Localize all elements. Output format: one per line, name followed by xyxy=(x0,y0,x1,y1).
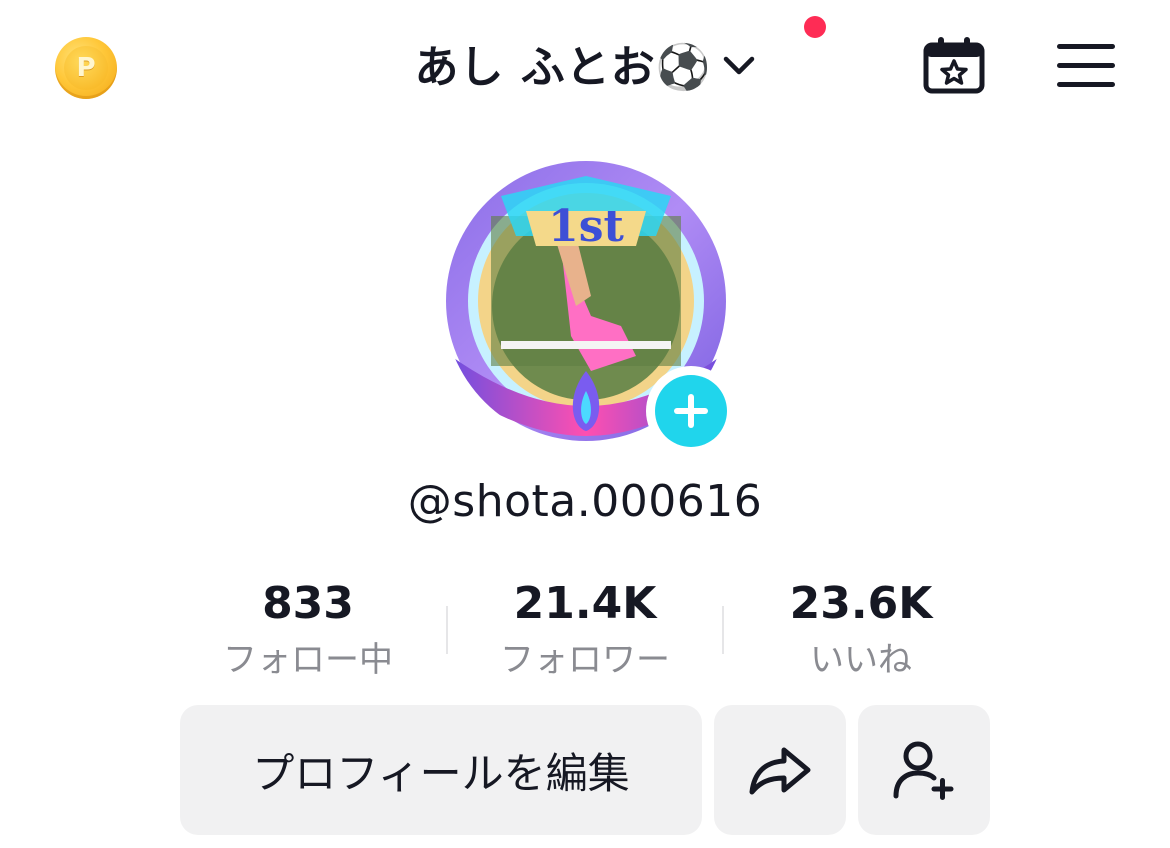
stat-label: フォロワー xyxy=(500,640,670,680)
edit-profile-label: プロフィールを編集 xyxy=(252,748,630,798)
stat-following[interactable]: 833 フォロー中 xyxy=(188,578,428,688)
add-avatar-button[interactable] xyxy=(646,366,736,456)
stat-label: フォロー中 xyxy=(223,640,393,680)
plus-icon xyxy=(674,394,708,428)
share-profile-button[interactable] xyxy=(714,705,846,835)
add-friend-icon xyxy=(893,741,954,800)
calendar-star-icon[interactable] xyxy=(922,37,986,95)
edit-profile-button[interactable]: プロフィールを編集 xyxy=(180,705,702,835)
add-friend-button[interactable] xyxy=(858,705,990,835)
stat-value: 21.4K xyxy=(513,578,657,629)
stat-value: 23.6K xyxy=(789,578,933,629)
stat-followers[interactable]: 21.4K フォロワー xyxy=(465,578,705,688)
stat-likes[interactable]: 23.6K いいね xyxy=(741,578,981,688)
share-arrow-icon xyxy=(749,747,811,795)
hamburger-menu-icon[interactable] xyxy=(1057,44,1115,88)
stat-label: いいね xyxy=(810,640,912,680)
account-switcher[interactable]: あし ふとお⚽ xyxy=(0,28,1170,98)
chevron-down-icon xyxy=(723,56,754,75)
divider xyxy=(446,606,448,654)
stat-value: 833 xyxy=(262,578,354,629)
avatar-badge-text: 1st xyxy=(548,201,624,252)
notification-dot xyxy=(804,16,826,38)
page-title: あし ふとお⚽ xyxy=(414,42,712,93)
divider xyxy=(722,606,724,654)
username-handle: @shota.000616 xyxy=(407,476,763,527)
